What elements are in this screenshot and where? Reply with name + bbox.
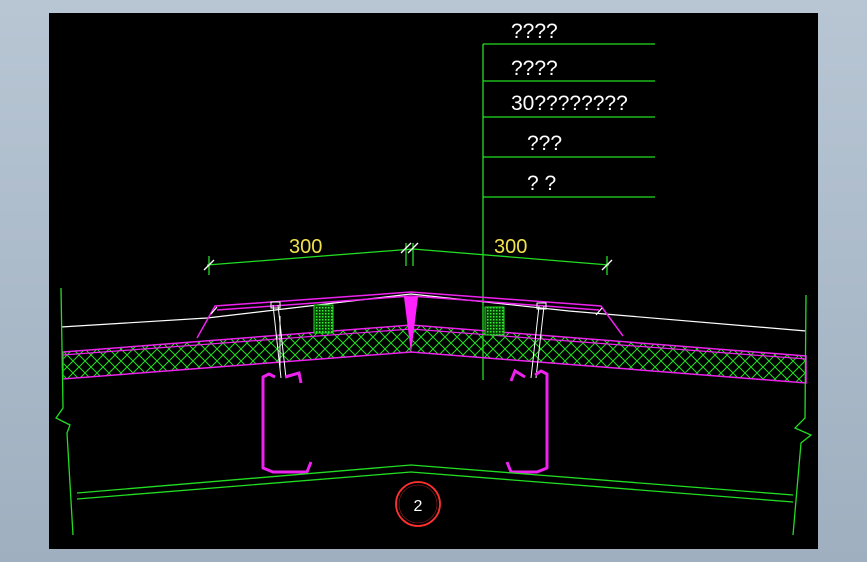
leader-label-1: ???? <box>511 20 558 43</box>
detail-bubble-number: 2 <box>414 498 423 515</box>
purlin-left <box>261 372 313 474</box>
foam-filler-right <box>484 306 505 336</box>
purlin-left-lip <box>284 371 303 384</box>
insulation-layer <box>62 324 807 384</box>
dimension-lines <box>206 243 610 275</box>
ridge-detail-drawing: ???? ???? 30???????? ??? ? ? 300 300 2 <box>55 20 813 536</box>
leader-label-4: ??? <box>527 132 562 155</box>
leader-label-3: 30???????? <box>511 92 628 115</box>
dimension-ticks <box>203 242 613 271</box>
leader-label-2: ???? <box>511 57 558 80</box>
leader-label-5: ? ? <box>527 172 556 195</box>
purlin-right-lip <box>509 368 526 382</box>
dimension-right-label: 300 <box>494 236 527 258</box>
roof-sheet-outline <box>60 293 807 332</box>
cad-drawing-canvas[interactable]: ???? ???? 30???????? ??? ? ? 300 300 2 <box>49 13 818 549</box>
rafter-lines <box>55 287 813 536</box>
leader-labels: ???? ???? 30???????? ??? ? ? <box>511 20 628 195</box>
purlin-right <box>505 369 549 474</box>
dimension-left-label: 300 <box>289 236 322 258</box>
foam-filler-left <box>313 304 334 334</box>
